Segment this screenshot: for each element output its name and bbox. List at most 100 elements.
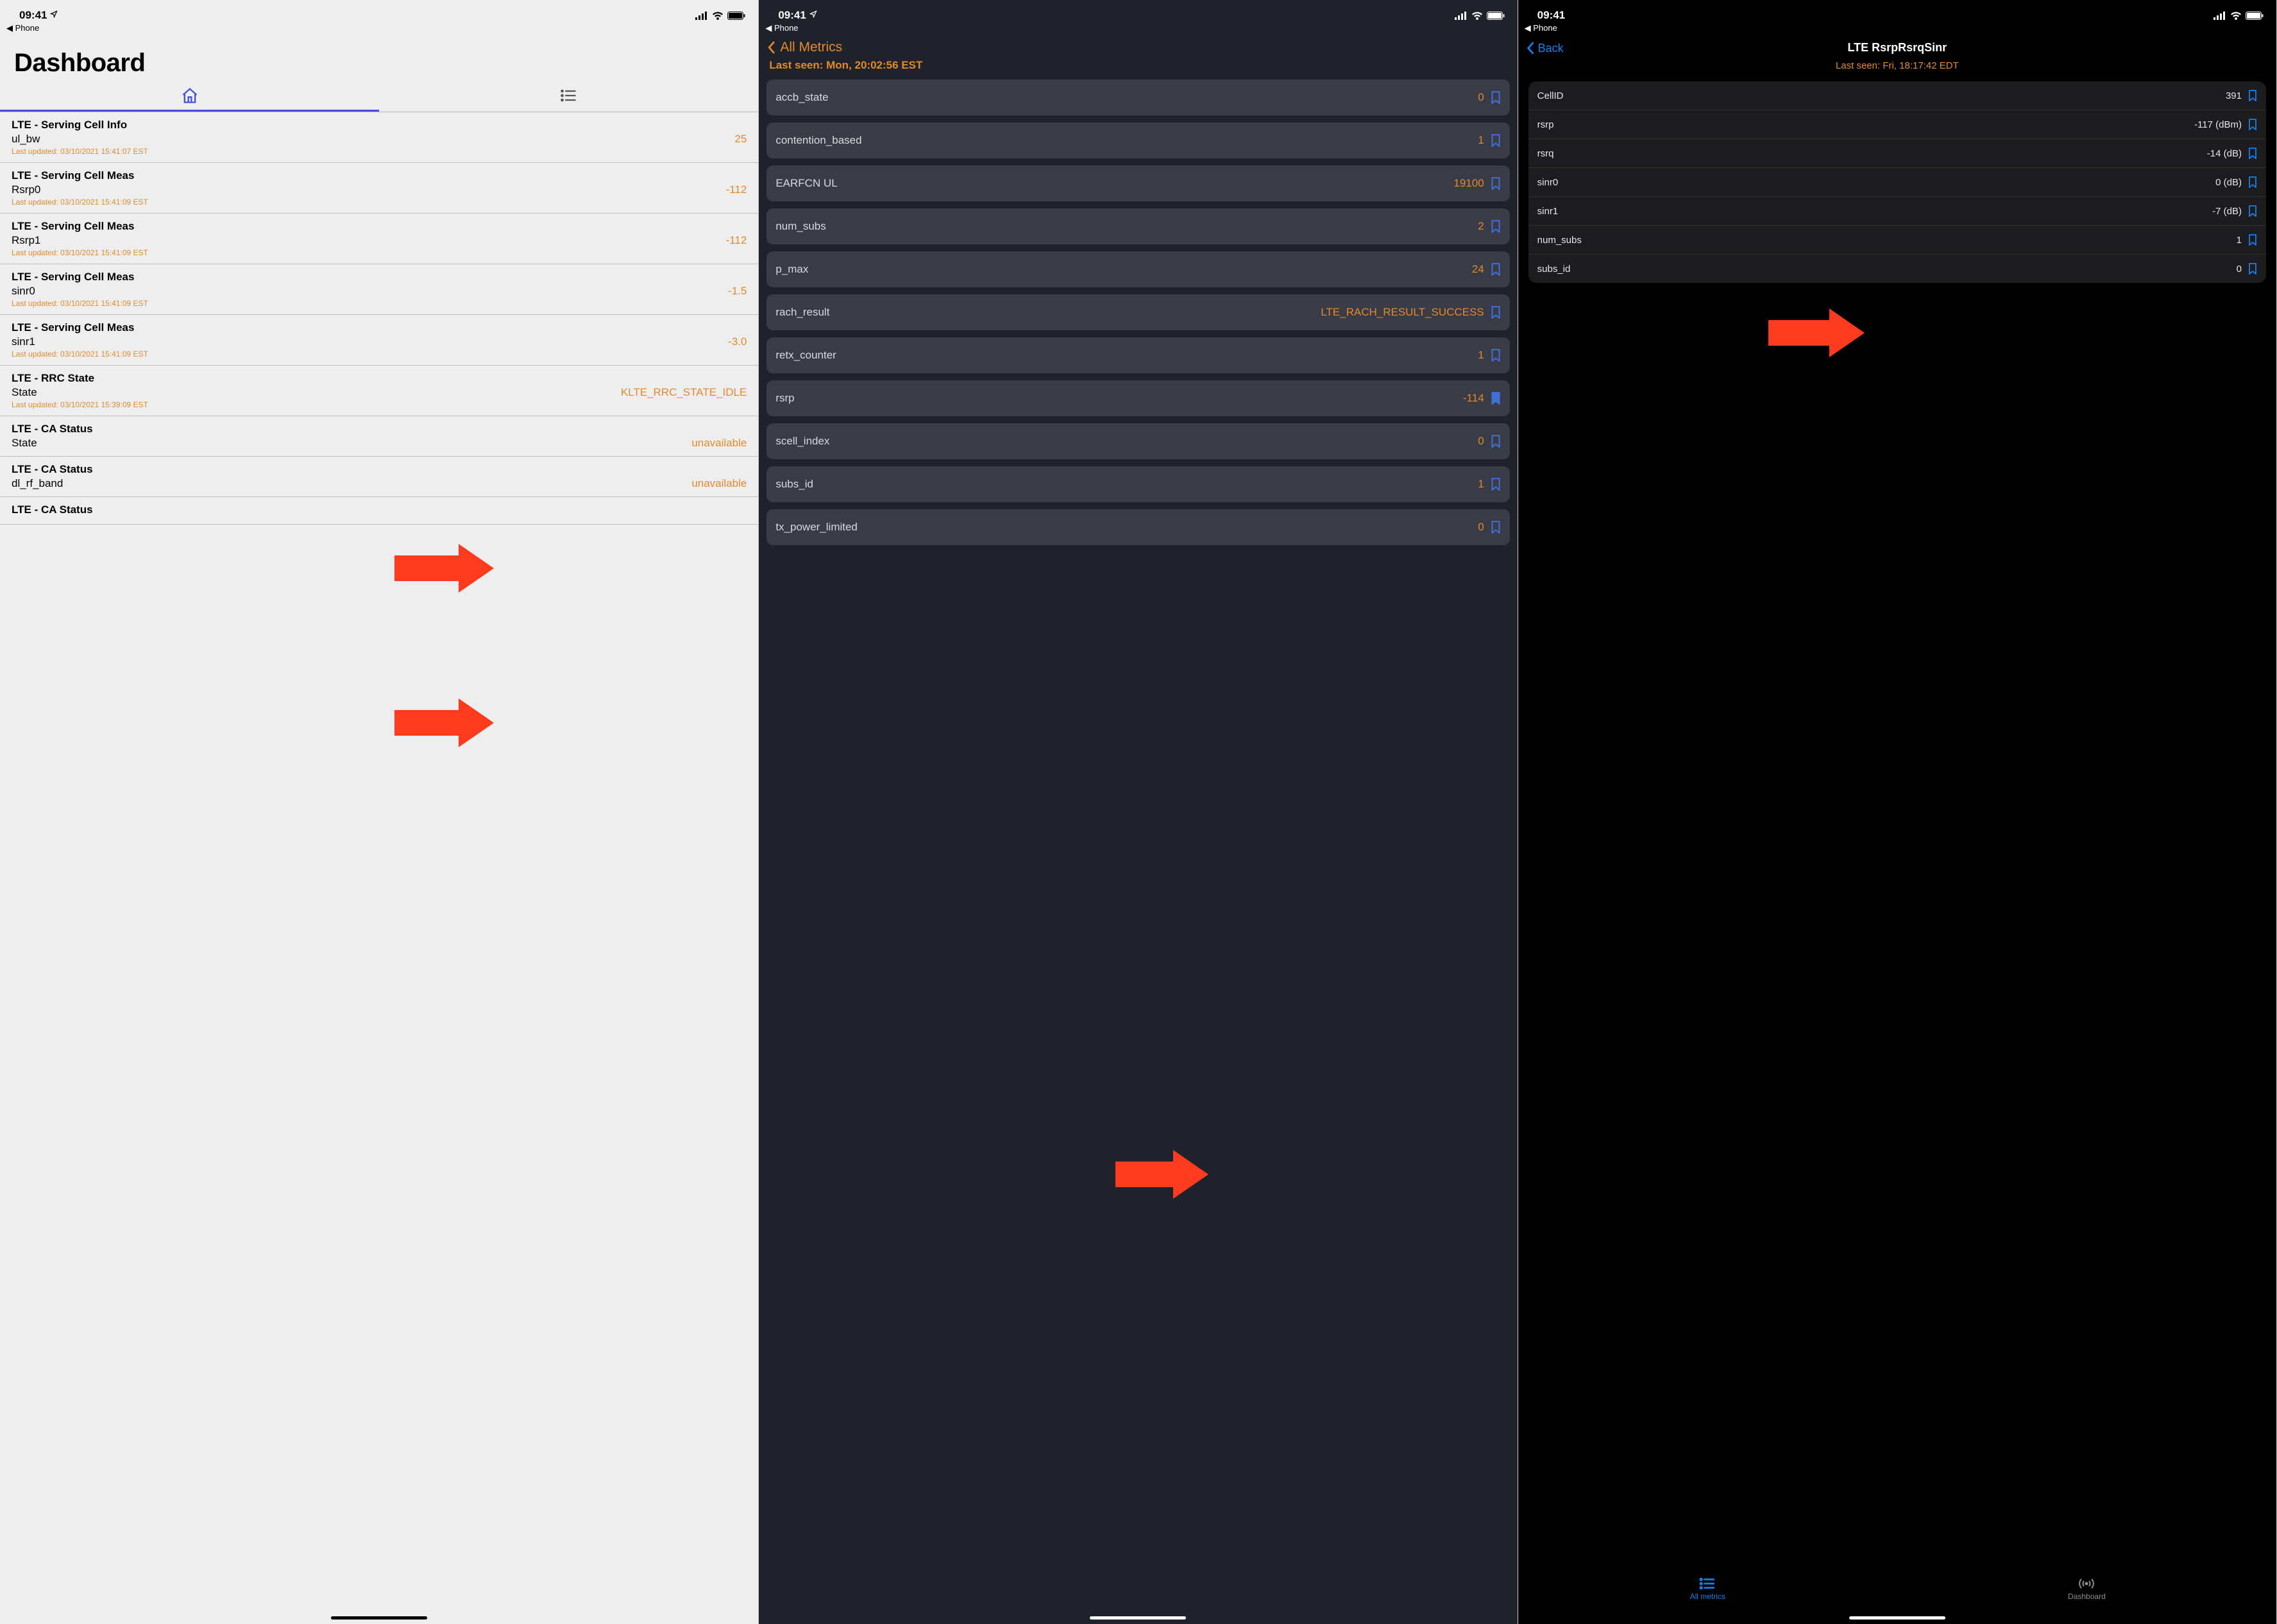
metric-item[interactable]: EARFCN UL19100 <box>766 165 1509 201</box>
bookmark-icon[interactable] <box>1491 392 1501 405</box>
dashboard-row[interactable]: LTE - Serving Cell MeasRsrp1-112Last upd… <box>0 214 758 264</box>
back-button[interactable]: Back <box>1526 41 2269 55</box>
metric-item[interactable]: accb_state0 <box>766 80 1509 115</box>
bookmark-icon[interactable] <box>1491 521 1501 534</box>
bookmark-icon[interactable] <box>2248 205 2257 217</box>
last-seen-label: Last seen: Fri, 18:17:42 EDT <box>1518 60 2276 71</box>
location-icon <box>50 10 58 18</box>
metric-label: contention_based <box>775 134 861 147</box>
back-button[interactable]: All Metrics <box>759 37 1517 56</box>
antenna-icon <box>2078 1577 2095 1590</box>
bookmark-icon[interactable] <box>2248 176 2257 188</box>
wifi-icon <box>2230 12 2242 20</box>
breadcrumb[interactable]: ◀ Phone <box>1518 23 2276 37</box>
bookmark-icon[interactable] <box>1491 435 1501 448</box>
cellular-icon <box>2214 12 2226 20</box>
bookmark-icon[interactable] <box>2248 90 2257 101</box>
home-indicator[interactable] <box>1849 1616 1945 1620</box>
metric-item[interactable]: subs_id 1 <box>766 466 1509 502</box>
metric-row[interactable]: sinr1-7 (dB) <box>1528 196 2266 225</box>
row-value: -1.5 <box>728 285 747 298</box>
bookmark-icon[interactable] <box>1491 220 1501 233</box>
dashboard-row[interactable]: LTE - Serving Cell Meassinr1-3.0Last upd… <box>0 315 758 366</box>
metric-value: LTE_RACH_RESULT_SUCCESS <box>1321 306 1484 319</box>
row-group: LTE - Serving Cell Info <box>12 119 747 131</box>
chevron-left-icon <box>1526 41 1535 55</box>
metric-value: 1 <box>1478 478 1484 491</box>
metric-label: CellID <box>1537 90 1564 101</box>
metric-value: -7 (dB) <box>2212 206 2242 217</box>
bookmark-icon[interactable] <box>2248 148 2257 159</box>
battery-icon <box>2246 12 2264 20</box>
status-icons <box>1455 12 1505 20</box>
metric-label: rsrq <box>1537 148 1554 159</box>
battery-icon <box>727 12 745 20</box>
row-group: LTE - Serving Cell Meas <box>12 169 747 182</box>
metric-item[interactable]: num_subs2 <box>766 208 1509 244</box>
metrics-card: CellID 391 rsrp-117 (dBm)rsrq-14 (dB)sinr0… <box>1528 81 2266 283</box>
phone-2-all-metrics: 09:41 ◀ Phone All Metrics Last seen: Mon… <box>759 0 1518 1624</box>
row-group: LTE - CA Status <box>12 503 747 516</box>
home-indicator[interactable] <box>1090 1616 1186 1620</box>
bookmark-icon[interactable] <box>2248 119 2257 130</box>
breadcrumb[interactable]: ◀ Phone <box>0 23 758 37</box>
bookmark-icon[interactable] <box>2248 234 2257 246</box>
dashboard-row[interactable]: LTE - CA Status <box>0 497 758 525</box>
metric-item[interactable]: tx_power_limited0 <box>766 509 1509 545</box>
breadcrumb[interactable]: ◀ Phone <box>759 23 1517 37</box>
chevron-left-icon <box>766 40 776 55</box>
bookmark-icon[interactable] <box>2248 263 2257 275</box>
home-indicator[interactable] <box>331 1616 427 1620</box>
metric-row[interactable]: sinr00 (dB) <box>1528 167 2266 196</box>
metric-row[interactable]: num_subs1 <box>1528 225 2266 254</box>
metric-item[interactable]: rach_resultLTE_RACH_RESULT_SUCCESS <box>766 294 1509 330</box>
bookmark-icon[interactable] <box>1491 306 1501 319</box>
dashboard-row[interactable]: LTE - CA Statusdl_rf_bandunavailable <box>0 457 758 497</box>
metric-item[interactable]: contention_based1 <box>766 123 1509 158</box>
bookmark-icon[interactable] <box>1491 91 1501 104</box>
metric-item[interactable]: p_max24 <box>766 251 1509 287</box>
list-icon <box>1699 1577 1716 1590</box>
metric-row[interactable]: rsrq-14 (dB) <box>1528 139 2266 167</box>
tab-bar: All metrics Dashboard <box>1518 1566 2276 1624</box>
tab-home[interactable] <box>0 87 379 110</box>
bookmark-icon[interactable] <box>1491 177 1501 190</box>
status-icons <box>695 12 745 20</box>
location-icon <box>809 10 817 18</box>
status-time: 09:41 <box>1537 9 1565 22</box>
bookmark-icon[interactable] <box>1491 478 1501 491</box>
wifi-icon <box>1471 12 1483 20</box>
metric-label: subs_id <box>775 478 813 491</box>
row-name: State <box>12 386 37 399</box>
status-icons <box>2214 12 2264 20</box>
bookmark-icon[interactable] <box>1491 263 1501 276</box>
dashboard-row[interactable]: LTE - Serving Cell Infoul_bw25Last updat… <box>0 112 758 163</box>
dashboard-row[interactable]: LTE - CA StatusStateunavailable <box>0 416 758 457</box>
dashboard-row[interactable]: LTE - RRC StateStateKLTE_RRC_STATE_IDLEL… <box>0 366 758 416</box>
row-timestamp: Last updated: 03/10/2021 15:41:09 EST <box>12 198 747 207</box>
metric-row[interactable]: CellID 391 <box>1528 81 2266 110</box>
dashboard-list[interactable]: LTE - Serving Cell Infoul_bw25Last updat… <box>0 112 758 525</box>
metric-value: 391 <box>2226 90 2242 101</box>
bookmark-icon[interactable] <box>1491 134 1501 147</box>
tab-list[interactable] <box>379 87 758 110</box>
tab-dashboard[interactable]: Dashboard <box>1897 1566 2276 1611</box>
dashboard-row[interactable]: LTE - Serving Cell Meassinr0-1.5Last upd… <box>0 264 758 315</box>
view-tabs <box>0 87 758 110</box>
metric-item[interactable]: retx_counter1 <box>766 337 1509 373</box>
metric-item[interactable]: scell_index0 <box>766 423 1509 459</box>
row-group: LTE - Serving Cell Meas <box>12 271 747 283</box>
dashboard-row[interactable]: LTE - Serving Cell MeasRsrp0-112Last upd… <box>0 163 758 214</box>
metric-item[interactable]: rsrp-114 <box>766 380 1509 416</box>
bookmark-icon[interactable] <box>1491 349 1501 362</box>
row-timestamp: Last updated: 03/10/2021 15:41:09 EST <box>12 350 747 359</box>
metric-label: retx_counter <box>775 349 836 362</box>
metric-value: 0 (dB) <box>2215 177 2242 188</box>
tab-all-metrics[interactable]: All metrics <box>1518 1566 1897 1611</box>
cellular-icon <box>695 12 708 20</box>
metric-value: 19100 <box>1453 177 1484 190</box>
metric-row[interactable]: subs_id0 <box>1528 254 2266 283</box>
metric-label: scell_index <box>775 435 829 448</box>
metric-row[interactable]: rsrp-117 (dBm) <box>1528 110 2266 139</box>
metrics-list[interactable]: accb_state0contention_based1EARFCN UL191… <box>759 80 1517 545</box>
